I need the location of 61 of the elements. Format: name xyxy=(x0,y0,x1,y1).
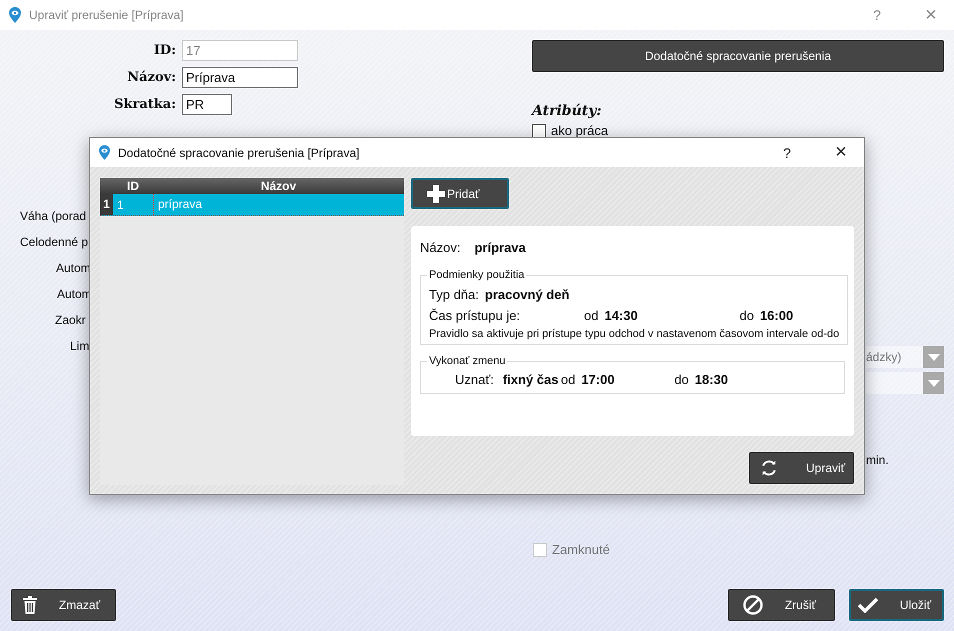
field-label: Skratka: xyxy=(113,97,176,112)
field-label: ID: xyxy=(152,43,176,58)
help-button[interactable]: ? xyxy=(764,138,810,167)
group-legend: Vykonať zmenu xyxy=(427,355,508,367)
group-legend: Podmienky použitia xyxy=(427,269,526,281)
field-label: Lim xyxy=(69,338,90,355)
checkbox-label: Zamknuté xyxy=(552,542,610,557)
grid-row[interactable]: 1 1 príprava xyxy=(100,194,404,216)
checkbox-label: ako práca xyxy=(551,123,608,138)
table-cell: príprava xyxy=(153,194,404,215)
field-label: Typ dňa: xyxy=(429,287,479,302)
save-button[interactable]: Uložiť xyxy=(849,589,944,621)
row-number: 1 xyxy=(100,194,113,215)
field-label: Názov: xyxy=(126,70,176,85)
field-value: 14:30 xyxy=(604,308,639,323)
column-header[interactable]: Názov xyxy=(153,178,404,194)
location-pin-icon xyxy=(99,145,110,160)
dropdown[interactable] xyxy=(866,372,944,394)
prohibited-icon xyxy=(742,595,763,615)
dropdown[interactable]: ádzky) xyxy=(866,346,944,368)
field-label: od xyxy=(560,372,576,387)
field-value: 18:30 xyxy=(694,372,728,387)
field-label: Uznať: xyxy=(455,372,494,387)
trash-icon xyxy=(22,596,37,614)
checkmark-icon xyxy=(858,597,878,613)
input-field[interactable]: PR xyxy=(182,94,232,115)
field-value: 16:00 xyxy=(760,308,794,323)
location-pin-icon xyxy=(9,7,21,23)
close-button[interactable]: × xyxy=(908,0,954,30)
field-label: Váha (porad xyxy=(19,208,86,225)
input-field[interactable]: Príprava xyxy=(182,67,298,88)
checkbox[interactable] xyxy=(532,124,546,138)
field-value: príprava xyxy=(474,240,526,255)
field-label: Názov: xyxy=(420,240,460,255)
dialog-title: Dodatočné spracovanie prerušenia [Príprava] xyxy=(118,146,360,160)
add-button[interactable]: Pridať xyxy=(411,178,509,209)
edit-button[interactable]: Upraviť xyxy=(749,452,854,484)
dropdown-arrow-icon xyxy=(928,380,940,386)
field-label: od xyxy=(584,308,598,323)
field-label: Zaokr xyxy=(54,312,86,329)
plus-icon xyxy=(427,184,445,202)
unit-label: min. xyxy=(866,453,890,467)
column-header[interactable]: ID xyxy=(113,178,153,194)
section-heading: Atribúty: xyxy=(532,103,603,119)
cancel-button[interactable]: Zrušiť xyxy=(728,589,835,621)
delete-button[interactable]: Zmazať xyxy=(11,589,116,621)
field-label: do xyxy=(674,372,689,387)
field-label: Celodenné p xyxy=(19,234,88,251)
field-value: 17:00 xyxy=(581,372,616,387)
window-title: Upraviť prerušenie [Príprava] xyxy=(29,8,184,22)
refresh-icon xyxy=(760,459,778,477)
field-value: fixný čas xyxy=(502,372,560,387)
rule-description: Pravidlo sa aktivuje pri prístupe typu odchod v nastavenom časovom intervale od-do xyxy=(429,328,840,340)
close-button[interactable]: × xyxy=(818,138,864,167)
post-processing-button[interactable]: Dodatočné spracovanie prerušenia xyxy=(532,40,944,72)
field-label: do xyxy=(739,308,754,323)
field-value: pracovný deň xyxy=(484,287,570,302)
help-button[interactable]: ? xyxy=(854,0,900,30)
field-label: Čas prístupu je: xyxy=(429,308,522,323)
dropdown-arrow-icon xyxy=(928,354,940,360)
table-cell-text: 1 xyxy=(116,198,125,212)
